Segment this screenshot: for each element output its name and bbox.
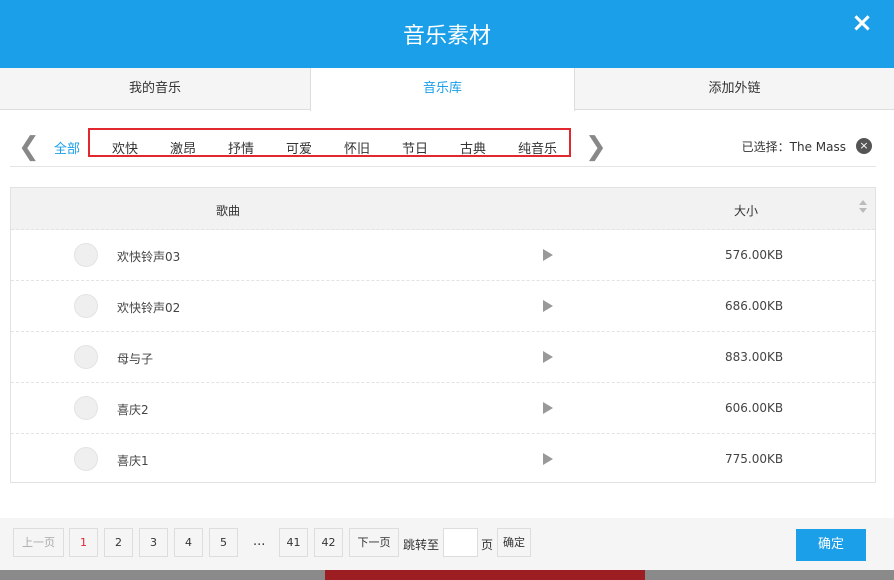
background-strip-red [325, 570, 645, 580]
table-row: 喜庆2 606.00KB [11, 382, 875, 433]
play-icon[interactable] [543, 351, 553, 363]
table-row: 欢快铃声02 686.00KB [11, 280, 875, 331]
pagination-ellipsis: ... [253, 534, 266, 549]
category-all[interactable]: 全部 [54, 138, 80, 157]
play-icon[interactable] [543, 300, 553, 312]
confirm-button[interactable]: 确定 [796, 529, 866, 561]
tab-bar: 我的音乐 音乐库 添加外链 [0, 68, 894, 111]
song-name: 喜庆1 [117, 454, 149, 468]
table-header: 歌曲 大小 [11, 188, 875, 230]
song-size: 686.00KB [725, 299, 784, 313]
table-row: 喜庆1 775.00KB [11, 433, 875, 484]
column-header-size: 大小 [734, 204, 759, 218]
jump-to-label: 跳转至 [403, 538, 440, 552]
song-name: 欢快铃声03 [117, 250, 181, 264]
prev-page-button[interactable]: 上一页 [13, 528, 64, 557]
page-button-2[interactable]: 2 [104, 528, 133, 557]
sort-icon[interactable] [859, 200, 867, 216]
page-button-41[interactable]: 41 [279, 528, 308, 557]
dialog-header: 音乐素材 × [0, 0, 894, 68]
chevron-right-icon[interactable]: ❯ [585, 132, 607, 162]
song-size: 883.00KB [725, 350, 784, 364]
radio-button[interactable] [74, 294, 98, 318]
song-size: 576.00KB [725, 248, 784, 262]
category-divider [10, 166, 876, 167]
page-button-5[interactable]: 5 [209, 528, 238, 557]
page-button-4[interactable]: 4 [174, 528, 203, 557]
tab-add-link[interactable]: 添加外链 [575, 68, 894, 110]
play-icon[interactable] [543, 402, 553, 414]
table-row: 母与子 883.00KB [11, 331, 875, 382]
radio-button[interactable] [74, 243, 98, 267]
song-name: 母与子 [117, 352, 154, 366]
page-button-42[interactable]: 42 [314, 528, 343, 557]
play-icon[interactable] [543, 249, 553, 261]
clear-selection-icon[interactable]: × [856, 138, 872, 154]
song-name: 喜庆2 [117, 403, 149, 417]
page-jump-input[interactable] [443, 528, 478, 557]
jump-confirm-button[interactable]: 确定 [497, 528, 531, 557]
page-unit-label: 页 [481, 538, 494, 552]
song-name: 欢快铃声02 [117, 301, 181, 315]
dialog-title: 音乐素材 [402, 24, 491, 49]
close-icon[interactable]: × [848, 10, 876, 38]
annotation-highlight-box [88, 128, 571, 157]
table-row: 欢快铃声03 576.00KB [11, 229, 875, 280]
page-button-1[interactable]: 1 [69, 528, 98, 557]
tab-music-library[interactable]: 音乐库 [310, 68, 575, 111]
column-header-song: 歌曲 [216, 204, 241, 218]
play-icon[interactable] [543, 453, 553, 465]
active-category-underline [40, 40, 98, 42]
tab-my-music[interactable]: 我的音乐 [0, 68, 310, 110]
radio-button[interactable] [74, 447, 98, 471]
next-page-button[interactable]: 下一页 [349, 528, 399, 557]
page-button-3[interactable]: 3 [139, 528, 168, 557]
song-size: 606.00KB [725, 401, 784, 415]
selected-song-label: 已选择：The Mass [741, 140, 846, 154]
radio-button[interactable] [74, 396, 98, 420]
chevron-left-icon[interactable]: ❮ [18, 132, 40, 162]
song-table: 歌曲 大小 欢快铃声03 576.00KB 欢快铃声02 686.00KB 母与… [10, 187, 876, 483]
song-size: 775.00KB [725, 452, 784, 466]
radio-button[interactable] [74, 345, 98, 369]
dialog-footer: 上一页 1 2 3 4 5 ... 41 42 下一页 跳转至 页 确定 确定 [0, 518, 894, 570]
